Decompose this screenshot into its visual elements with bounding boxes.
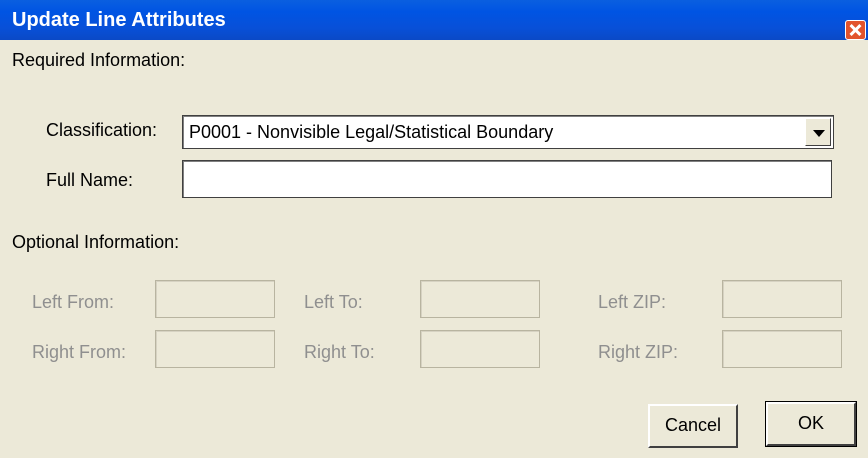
cancel-button-label: Cancel [664, 415, 722, 435]
right-zip-label: Right ZIP: [598, 342, 679, 362]
ok-button-label: OK [797, 413, 824, 433]
full-name-label: Full Name: [46, 170, 134, 190]
left-to-field[interactable] [420, 280, 540, 318]
classification-dropdown[interactable]: P0001 - Nonvisible Legal/Statistical Bou… [182, 115, 834, 149]
ok-button[interactable]: OK [765, 401, 857, 447]
right-to-field[interactable] [420, 330, 540, 368]
left-zip-label: Left ZIP: [598, 292, 667, 312]
required-info-heading: Required Information: [12, 50, 186, 70]
right-from-field[interactable] [155, 330, 275, 368]
full-name-field[interactable] [182, 160, 832, 198]
close-icon[interactable] [845, 20, 866, 40]
left-from-label: Left From: [32, 292, 115, 312]
dropdown-arrow-icon[interactable] [805, 118, 831, 146]
right-from-label: Right From: [32, 342, 127, 362]
cancel-button[interactable]: Cancel [648, 404, 738, 448]
right-to-label: Right To: [304, 342, 375, 362]
left-from-field[interactable] [155, 280, 275, 318]
left-to-label: Left To: [304, 292, 363, 312]
window-title: Update Line Attributes [12, 9, 226, 31]
update-line-attributes-dialog: Update Line Attributes Required Informat… [0, 0, 868, 458]
classification-value: P0001 - Nonvisible Legal/Statistical Bou… [189, 122, 554, 142]
left-zip-field[interactable] [722, 280, 842, 318]
title-bar[interactable]: Update Line Attributes [0, 0, 868, 40]
optional-info-heading: Optional Information: [12, 232, 180, 252]
classification-label: Classification: [46, 120, 158, 140]
right-zip-field[interactable] [722, 330, 842, 368]
